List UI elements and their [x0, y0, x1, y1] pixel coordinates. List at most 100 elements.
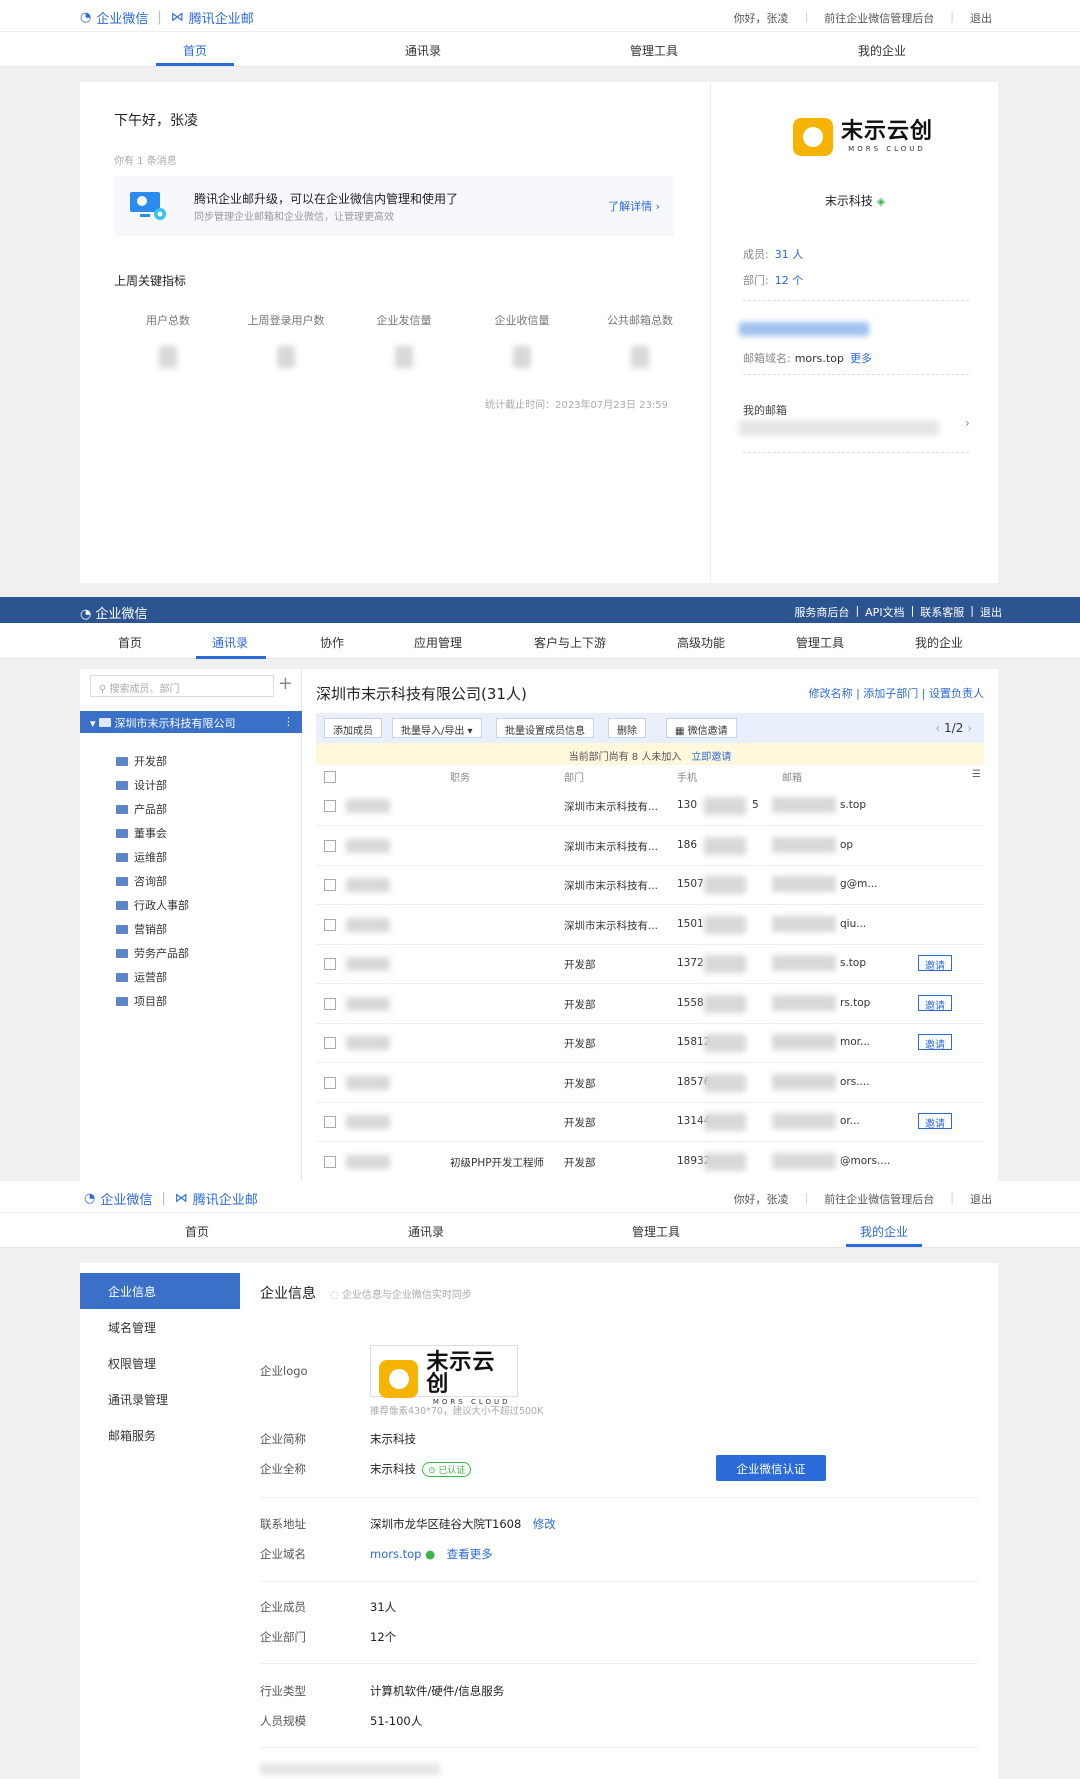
tree-item-board[interactable]: 董事会 [116, 825, 167, 841]
nav-tools[interactable]: 管理工具 [632, 1223, 680, 1240]
nav-tools[interactable]: 管理工具 [630, 42, 678, 59]
row-checkbox[interactable] [324, 958, 336, 970]
search-input[interactable]: ⚲ 搜索成员、部门 [90, 675, 274, 697]
tree-item-design[interactable]: 设计部 [116, 777, 167, 793]
row-checkbox[interactable] [324, 1076, 336, 1089]
nav-home[interactable]: 首页 [183, 42, 207, 59]
logo-mark-icon [793, 118, 833, 156]
nav-collab[interactable]: 协作 [320, 634, 344, 651]
prev-page-icon[interactable]: ‹ [935, 721, 944, 735]
row-checkbox[interactable] [324, 1155, 336, 1168]
row-checkbox[interactable] [324, 1037, 336, 1049]
api-docs-link[interactable]: API文档 [865, 604, 904, 620]
more-vertical-icon[interactable]: ⋮ [283, 715, 294, 728]
invite-button[interactable]: 邀请 [918, 994, 952, 1012]
tree-item-product[interactable]: 产品部 [116, 801, 167, 817]
nav-contacts[interactable]: 通讯录 [408, 1223, 444, 1240]
wechat-auth-button[interactable]: 企业微信认证 [716, 1455, 826, 1481]
table-row[interactable]: 深圳市末示科技有... 130 5 s.top [316, 787, 984, 826]
row-checkbox[interactable] [324, 800, 336, 812]
row-checkbox[interactable] [324, 997, 336, 1010]
logo-upload[interactable]: 末示云创 MORS CLOUD [370, 1345, 518, 1406]
admin-link[interactable]: 前往企业微信管理后台 [824, 10, 934, 26]
row-checkbox[interactable] [324, 839, 336, 852]
message-count[interactable]: 你有 1 条消息 [114, 152, 177, 167]
user-greeting[interactable]: 你好，张凌 [734, 1191, 789, 1207]
add-member-button[interactable]: 添加成员 [324, 718, 382, 738]
nav-advanced[interactable]: 高级功能 [677, 634, 725, 651]
row-dept: 深圳市末示科技有... [564, 880, 659, 892]
logout-link[interactable]: 退出 [980, 604, 1002, 620]
table-row[interactable]: 开发部 1558 rs.top 邀请 [316, 985, 984, 1024]
tree-item-dev[interactable]: 开发部 [116, 753, 167, 769]
domain-more-link[interactable]: 更多 [850, 352, 872, 365]
user-greeting[interactable]: 你好，张凌 [734, 10, 789, 26]
learn-more-link[interactable]: 了解详情 › [608, 198, 660, 214]
tree-item-ops[interactable]: 运维部 [116, 849, 167, 865]
delete-button[interactable]: 删除 [608, 718, 646, 738]
tree-item-project[interactable]: 项目部 [116, 993, 167, 1009]
nav-apps[interactable]: 应用管理 [414, 634, 462, 651]
nav-my-company[interactable]: 我的企业 [860, 1223, 908, 1240]
invite-button[interactable]: 邀请 [918, 955, 952, 972]
logout-link[interactable]: 退出 [970, 10, 992, 26]
nav-my-company[interactable]: 我的企业 [915, 634, 963, 651]
table-row[interactable]: 深圳市末示科技有... 1501 qiu... [316, 906, 984, 945]
tree-item-marketing[interactable]: 营销部 [116, 921, 167, 937]
nav-tools[interactable]: 管理工具 [796, 634, 844, 651]
see-more-link[interactable]: 查看更多 [447, 1547, 493, 1561]
table-row[interactable]: 开发部 15812 mor... 邀请 [316, 1024, 984, 1063]
link-divider: | [910, 604, 915, 617]
chevron-right-icon[interactable]: › [965, 416, 970, 430]
table-row[interactable]: 初级PHP开发工程师 开发部 18932 @mors.... [316, 1143, 984, 1182]
nav-home[interactable]: 首页 [185, 1223, 209, 1240]
brand-wechat-work[interactable]: ◔ 企业微信 [80, 603, 148, 622]
brand[interactable]: ◔ 企业微信 | ⋈ 腾讯企业邮 [80, 8, 254, 27]
row-checkbox[interactable] [324, 879, 336, 891]
row-email: ors.... [840, 1075, 870, 1088]
menu-company-info[interactable]: 企业信息 [80, 1273, 240, 1309]
wechat-invite-button[interactable]: ▦ 微信邀请 [666, 718, 737, 738]
invite-button[interactable]: 邀请 [918, 1113, 952, 1130]
table-row[interactable]: 开发部 18576 ors.... [316, 1064, 984, 1103]
tree-item-consult[interactable]: 咨询部 [116, 873, 167, 889]
table-row[interactable]: 开发部 13144 or... 邀请 [316, 1103, 984, 1142]
members-value[interactable]: 31 人 [775, 248, 804, 261]
menu-domain[interactable]: 域名管理 [80, 1309, 240, 1345]
invite-button[interactable]: 邀请 [918, 1034, 952, 1051]
menu-contacts-mgmt[interactable]: 通讯录管理 [80, 1381, 240, 1417]
menu-permissions[interactable]: 权限管理 [80, 1345, 240, 1381]
row-checkbox[interactable] [324, 1116, 336, 1128]
domain-text[interactable]: mors.top [370, 1547, 421, 1561]
support-link[interactable]: 联系客服 [920, 604, 964, 620]
tree-root-company[interactable]: ▾ 深圳市末示科技有限公司 ⋮ [80, 711, 302, 733]
nav-contacts[interactable]: 通讯录 [405, 42, 441, 59]
select-all-checkbox[interactable] [324, 771, 336, 783]
provider-link[interactable]: 服务商后台 [794, 604, 849, 620]
edit-address-link[interactable]: 修改 [533, 1517, 556, 1531]
company-actions[interactable]: 修改名称 | 添加子部门 | 设置负责人 [809, 685, 984, 701]
table-row[interactable]: 深圳市末示科技有... 1507 g@m... [316, 866, 984, 905]
menu-mail-service[interactable]: 邮箱服务 [80, 1417, 240, 1453]
logout-link[interactable]: 退出 [970, 1191, 992, 1207]
admin-link[interactable]: 前往企业微信管理后台 [824, 1191, 934, 1207]
next-page-icon[interactable]: › [967, 721, 972, 735]
table-row[interactable]: 深圳市末示科技有... 186 op [316, 827, 984, 866]
tree-item-labor[interactable]: 劳务产品部 [116, 945, 189, 961]
column-settings-icon[interactable]: ☰ [972, 769, 981, 780]
row-checkbox[interactable] [324, 918, 336, 931]
depts-value[interactable]: 12 个 [775, 274, 804, 287]
tree-item-operation[interactable]: 运营部 [116, 969, 167, 985]
nav-home[interactable]: 首页 [118, 634, 142, 651]
nav-customers[interactable]: 客户与上下游 [534, 634, 606, 651]
upgrade-notice[interactable]: 腾讯企业邮升级，可以在企业微信内管理和使用了 同步管理企业邮箱和企业微信，让管理… [114, 176, 674, 236]
import-export-button[interactable]: 批量导入/导出 ▾ [392, 718, 482, 738]
nav-contacts[interactable]: 通讯录 [212, 634, 248, 651]
invite-now-link[interactable]: 立即邀请 [691, 752, 731, 763]
nav-my-company[interactable]: 我的企业 [858, 42, 906, 59]
table-row[interactable]: 开发部 1372 s.top 邀请 [316, 945, 984, 984]
add-icon[interactable]: + [278, 673, 293, 694]
brand[interactable]: ◔ 企业微信 | ⋈ 腾讯企业邮 [84, 1189, 258, 1208]
batch-set-button[interactable]: 批量设置成员信息 [496, 718, 594, 738]
tree-item-hr[interactable]: 行政人事部 [116, 897, 189, 913]
